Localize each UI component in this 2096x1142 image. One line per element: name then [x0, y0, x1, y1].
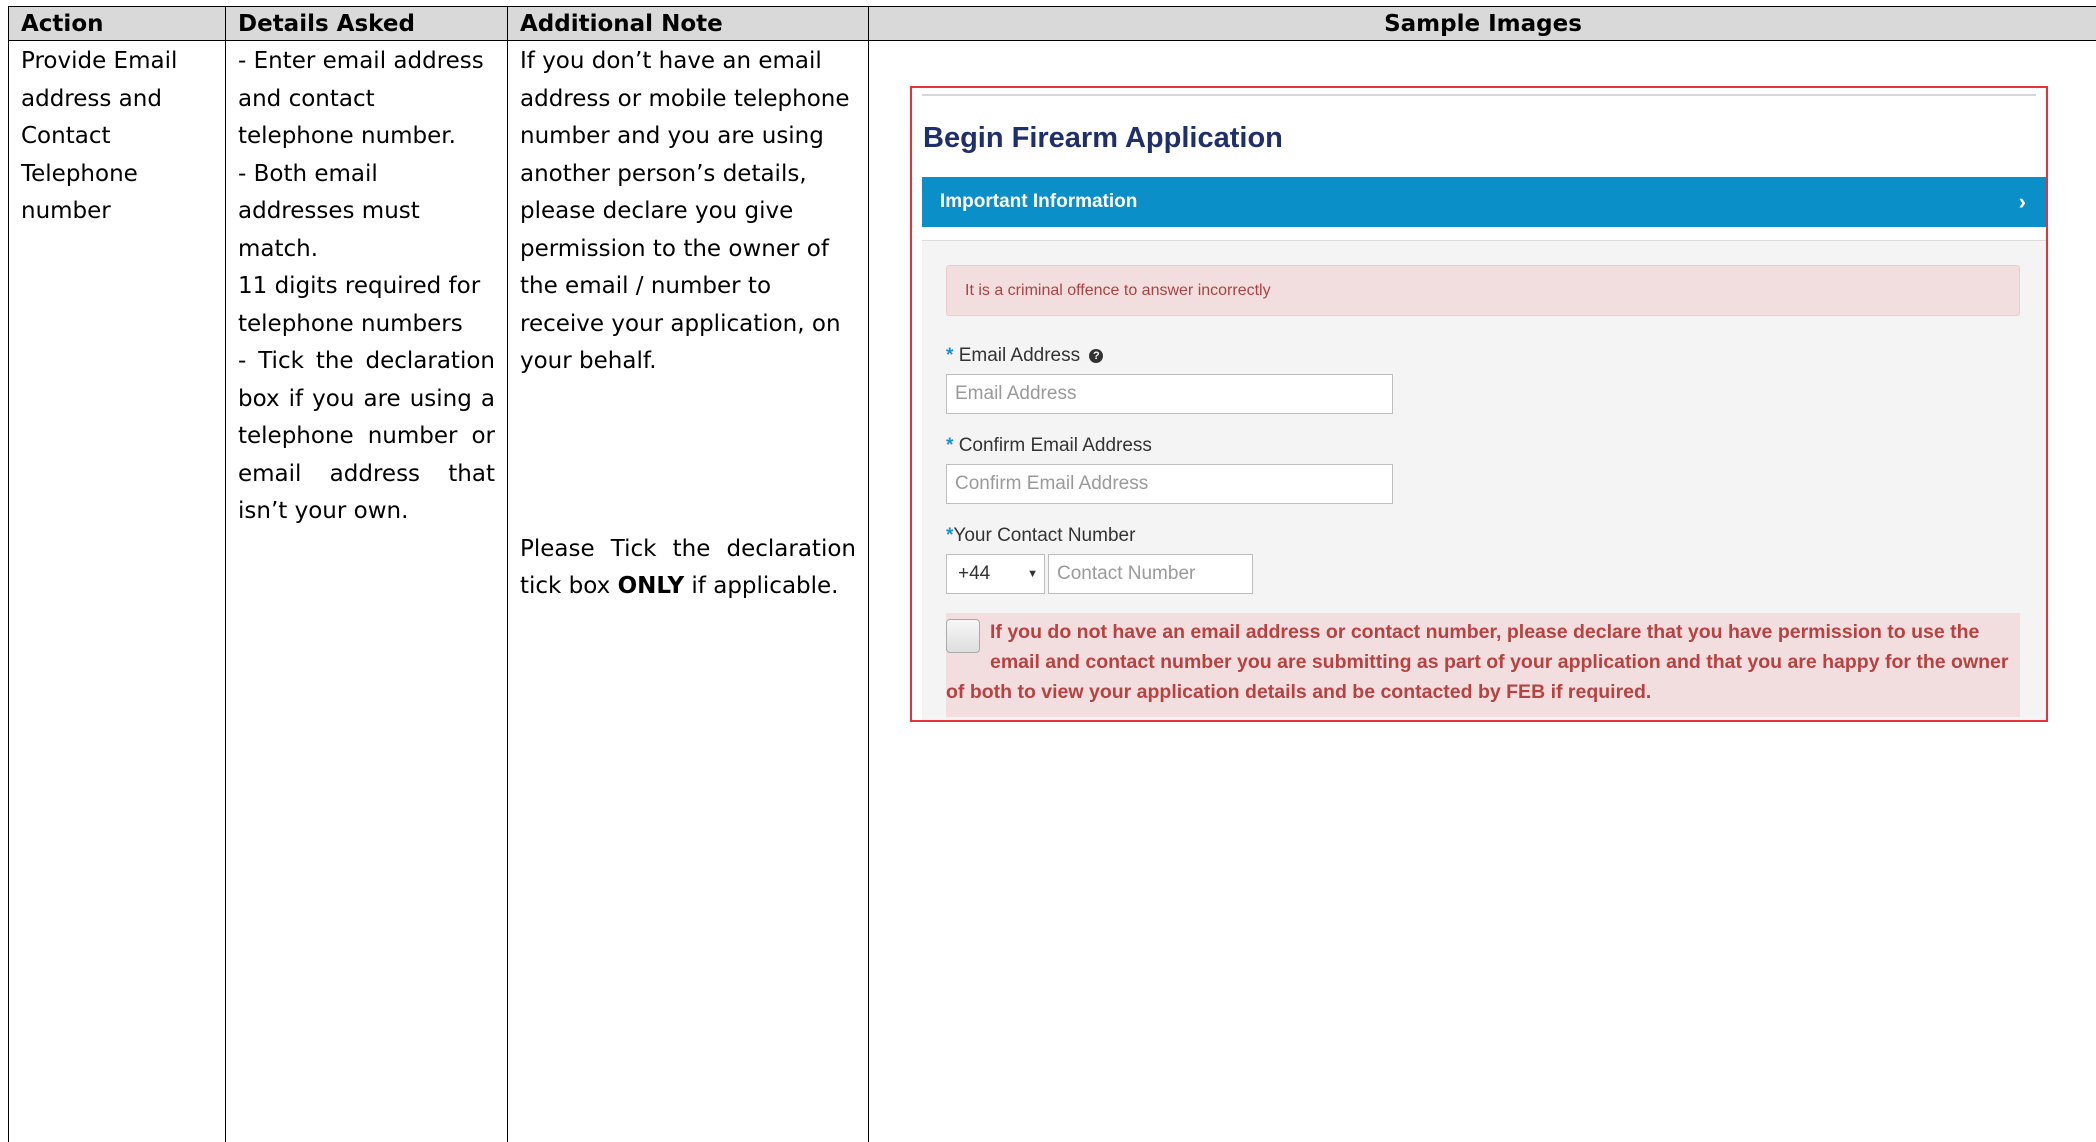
- header-sample-images: Sample Images: [868, 6, 2096, 41]
- important-information-banner[interactable]: Important Information ›: [922, 177, 2046, 227]
- chevron-right-icon: ›: [2018, 189, 2026, 214]
- divider: [922, 94, 2036, 96]
- required-icon: *: [946, 345, 954, 366]
- details-cell: - Enter email address and contact teleph…: [225, 40, 508, 1142]
- header-row: Action Details Asked Additional Note Sam…: [8, 6, 2096, 41]
- caret-down-icon: ▼: [1027, 568, 1038, 580]
- form-title: Begin Firearm Application: [923, 122, 1283, 154]
- details-line-1: - Enter email address and contact teleph…: [238, 48, 484, 149]
- confirm-email-field[interactable]: Confirm Email Address: [946, 464, 1393, 504]
- criminal-offence-alert: It is a criminal offence to answer incor…: [946, 265, 2020, 316]
- banner-label: Important Information: [940, 191, 1138, 212]
- declaration-text: If you do not have an email address or c…: [946, 621, 2009, 703]
- country-code-select[interactable]: +44 ▼: [946, 554, 1045, 594]
- contact-number-label: *Your Contact Number: [946, 525, 1136, 546]
- details-line-2: - Both email addresses must match.: [238, 160, 420, 262]
- action-text: Provide Email address and Contact Teleph…: [21, 48, 178, 224]
- note-only-emphasis: ONLY: [617, 573, 685, 599]
- declaration-checkbox[interactable]: [946, 619, 980, 653]
- contact-number-field[interactable]: Contact Number: [1048, 554, 1253, 594]
- header-action: Action: [8, 6, 226, 41]
- email-label: * Email Address ?: [946, 345, 1104, 367]
- sample-image-frame: Begin Firearm Application Important Info…: [910, 86, 2048, 722]
- note-text-2: Please Tick the declaration tick box ONL…: [520, 535, 856, 600]
- question-circle-icon[interactable]: ?: [1089, 349, 1104, 363]
- header-details-asked: Details Asked: [225, 6, 508, 41]
- details-line-4: - Tick the declaration box if you are us…: [238, 348, 495, 524]
- required-icon: *: [946, 435, 954, 456]
- confirm-email-label: * Confirm Email Address: [946, 435, 1152, 456]
- note-text-1: If you don’t have an email address or mo…: [520, 48, 850, 374]
- action-cell: Provide Email address and Contact Teleph…: [8, 40, 226, 1142]
- header-additional-note: Additional Note: [507, 6, 869, 41]
- form-panel: It is a criminal offence to answer incor…: [922, 240, 2046, 720]
- note-cell: If you don’t have an email address or mo…: [507, 40, 869, 1142]
- email-field[interactable]: Email Address: [946, 374, 1393, 414]
- declaration-box: If you do not have an email address or c…: [946, 613, 2020, 717]
- details-line-3: 11 digits required for telephone numbers: [238, 273, 481, 337]
